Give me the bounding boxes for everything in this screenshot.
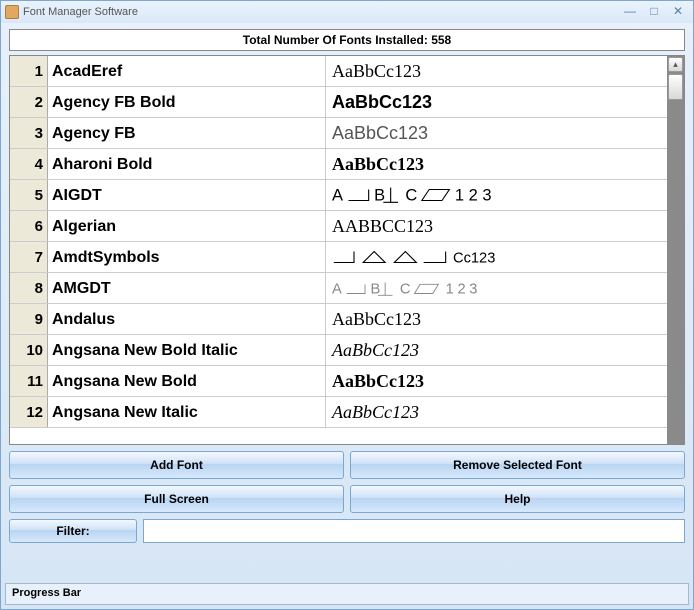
maximize-button[interactable]: □ [643, 5, 665, 19]
table-row[interactable]: 8AMGDTABC123 [10, 273, 667, 304]
svg-text:A: A [332, 281, 342, 297]
font-preview-cell: AABBCC123 [326, 211, 667, 241]
filter-label: Filter: [9, 519, 137, 543]
app-window: Font Manager Software — □ ✕ Total Number… [0, 0, 694, 610]
table-row[interactable]: 11Angsana New BoldAaBbCc123 [10, 366, 667, 397]
row-number: 7 [10, 242, 48, 272]
table-row[interactable]: 7AmdtSymbols Cc123 [10, 242, 667, 273]
minimize-button[interactable]: — [619, 5, 641, 19]
font-name-cell: AIGDT [48, 180, 326, 210]
window-title: Font Manager Software [23, 6, 138, 18]
row-number: 5 [10, 180, 48, 210]
help-button[interactable]: Help [350, 485, 685, 513]
symbol-preview-icon: Cc123 [332, 246, 534, 268]
row-number: 3 [10, 118, 48, 148]
symbol-preview-icon: ABC123 [332, 277, 534, 299]
font-preview-cell: AaBbCc123 [326, 304, 667, 334]
svg-text:A: A [332, 186, 343, 204]
font-name-cell: Algerian [48, 211, 326, 241]
font-preview-cell: AaBbCc123 [326, 335, 667, 365]
font-name-cell: AcadEref [48, 56, 326, 86]
summary-bar: Total Number Of Fonts Installed: 558 [9, 29, 685, 51]
table-row[interactable]: 3Agency FBAaBbCc123 [10, 118, 667, 149]
row-number: 4 [10, 149, 48, 179]
font-preview-cell: ABC1 2 3 [326, 180, 667, 210]
font-name-cell: AMGDT [48, 273, 326, 303]
svg-text:123: 123 [446, 281, 481, 297]
font-name-cell: Agency FB [48, 118, 326, 148]
font-preview-cell: AaBbCc123 [326, 56, 667, 86]
font-name-cell: Agency FB Bold [48, 87, 326, 117]
row-number: 1 [10, 56, 48, 86]
remove-font-button[interactable]: Remove Selected Font [350, 451, 685, 479]
svg-text:1 2 3: 1 2 3 [455, 186, 492, 204]
table-row[interactable]: 4Aharoni BoldAaBbCc123 [10, 149, 667, 180]
font-name-cell: Angsana New Bold Italic [48, 335, 326, 365]
filter-input[interactable] [143, 519, 685, 543]
status-bar: Progress Bar [5, 583, 689, 605]
font-preview-cell: Cc123 [326, 242, 667, 272]
font-name-cell: AmdtSymbols [48, 242, 326, 272]
scrollbar[interactable]: ▴ [667, 56, 684, 444]
titlebar: Font Manager Software — □ ✕ [1, 1, 693, 23]
font-name-cell: Angsana New Italic [48, 397, 326, 427]
font-name-cell: Angsana New Bold [48, 366, 326, 396]
table-row[interactable]: 12Angsana New ItalicAaBbCc123 [10, 397, 667, 428]
table-row[interactable]: 6AlgerianAABBCC123 [10, 211, 667, 242]
row-number: 10 [10, 335, 48, 365]
table-row[interactable]: 5AIGDTABC1 2 3 [10, 180, 667, 211]
row-number: 2 [10, 87, 48, 117]
font-preview-cell: ABC123 [326, 273, 667, 303]
scroll-up-icon[interactable]: ▴ [668, 57, 683, 72]
svg-text:C: C [400, 281, 411, 297]
close-button[interactable]: ✕ [667, 5, 689, 19]
row-number: 12 [10, 397, 48, 427]
symbol-preview-icon: ABC1 2 3 [332, 184, 515, 206]
font-preview-cell: AaBbCc123 [326, 87, 667, 117]
content-area: Total Number Of Fonts Installed: 558 1Ac… [1, 23, 693, 549]
font-grid: 1AcadErefAaBbCc1232Agency FB BoldAaBbCc1… [9, 55, 685, 445]
full-screen-button[interactable]: Full Screen [9, 485, 344, 513]
font-preview-cell: AaBbCc123 [326, 397, 667, 427]
font-name-cell: Andalus [48, 304, 326, 334]
row-number: 11 [10, 366, 48, 396]
table-row[interactable]: 1AcadErefAaBbCc123 [10, 56, 667, 87]
font-preview-cell: AaBbCc123 [326, 149, 667, 179]
font-preview-cell: AaBbCc123 [326, 366, 667, 396]
row-number: 6 [10, 211, 48, 241]
table-row[interactable]: 2Agency FB BoldAaBbCc123 [10, 87, 667, 118]
row-number: 9 [10, 304, 48, 334]
app-icon [5, 5, 19, 19]
scroll-thumb[interactable] [668, 74, 683, 100]
svg-text:Cc123: Cc123 [453, 250, 495, 266]
font-preview-cell: AaBbCc123 [326, 118, 667, 148]
table-row[interactable]: 10Angsana New Bold ItalicAaBbCc123 [10, 335, 667, 366]
table-row[interactable]: 9AndalusAaBbCc123 [10, 304, 667, 335]
add-font-button[interactable]: Add Font [9, 451, 344, 479]
row-number: 8 [10, 273, 48, 303]
font-name-cell: Aharoni Bold [48, 149, 326, 179]
svg-text:C: C [405, 186, 417, 204]
